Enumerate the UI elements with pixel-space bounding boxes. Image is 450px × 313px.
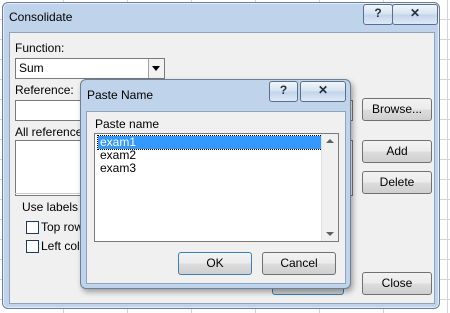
scroll-up-arrow-icon[interactable] bbox=[326, 139, 334, 143]
close-button[interactable]: Close bbox=[362, 272, 432, 295]
delete-button[interactable]: Delete bbox=[362, 171, 432, 194]
top-row-checkbox[interactable] bbox=[26, 221, 39, 234]
list-item[interactable]: exam3 bbox=[98, 162, 138, 175]
help-button[interactable]: ? bbox=[363, 4, 393, 25]
paste-name-label: Paste name bbox=[95, 117, 160, 131]
consolidate-titlebar: Consolidate ? ✕ bbox=[3, 3, 439, 31]
names-listbox[interactable]: exam1 exam2 exam3 bbox=[94, 133, 339, 242]
use-labels-divider bbox=[15, 193, 85, 194]
paste-cancel-button[interactable]: Cancel bbox=[262, 252, 336, 275]
function-value: Sum bbox=[19, 61, 44, 75]
top-row-label: Top row bbox=[41, 220, 84, 234]
browse-button[interactable]: Browse... bbox=[362, 98, 432, 121]
paste-help-button[interactable]: ? bbox=[269, 81, 298, 102]
close-icon: ✕ bbox=[409, 6, 421, 20]
help-icon: ? bbox=[374, 6, 382, 20]
help-icon: ? bbox=[279, 83, 288, 97]
scroll-down-arrow-icon[interactable] bbox=[326, 232, 334, 236]
consolidate-title: Consolidate bbox=[9, 10, 73, 24]
paste-name-title: Paste Name bbox=[87, 88, 154, 102]
paste-ok-button[interactable]: OK bbox=[178, 252, 252, 275]
function-dropdown[interactable]: Sum bbox=[15, 58, 165, 79]
paste-name-client-area: Paste name exam1 exam2 exam3 OK Cancel bbox=[86, 111, 346, 284]
reference-label: Reference: bbox=[15, 83, 74, 97]
add-button[interactable]: Add bbox=[362, 140, 432, 163]
close-window-button[interactable]: ✕ bbox=[392, 4, 438, 25]
left-column-checkbox[interactable] bbox=[26, 240, 39, 253]
paste-close-button[interactable]: ✕ bbox=[300, 81, 346, 102]
chevron-down-icon[interactable] bbox=[148, 59, 164, 78]
close-icon: ✕ bbox=[317, 83, 329, 97]
paste-name-dialog: Paste Name ? ✕ Paste name exam1 exam2 ex… bbox=[80, 79, 351, 289]
function-label: Function: bbox=[15, 41, 65, 55]
listbox-scrollbar[interactable] bbox=[321, 134, 338, 241]
